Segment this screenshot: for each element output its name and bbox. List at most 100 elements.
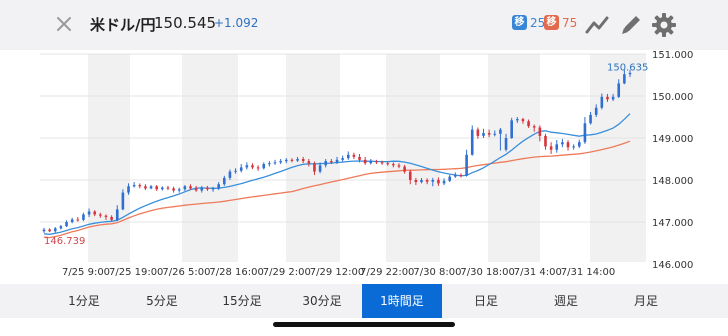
x-tick-label: 7/31 4:00 (514, 267, 562, 278)
candle-body (93, 211, 97, 215)
candle-body (611, 96, 615, 100)
x-tick-label: 7/25 9:00 (62, 267, 110, 278)
candle-body (375, 161, 378, 163)
candle-body (577, 142, 581, 147)
header-bar: 米ドル/円 150.545 +1.092 移 25 移 75 (0, 0, 728, 50)
candle-body (313, 163, 316, 172)
candle-body (594, 107, 598, 115)
candle-body (532, 126, 536, 128)
tab-8[interactable]: 月足 (611, 284, 681, 318)
candle-body (262, 164, 266, 169)
candle-body (408, 171, 412, 180)
candle-body (144, 186, 147, 189)
tab-7[interactable]: 週足 (531, 284, 601, 318)
candle-body (600, 96, 604, 108)
candle-body (138, 185, 142, 187)
price-change: +1.092 (214, 16, 259, 30)
pencil-icon[interactable] (618, 12, 644, 38)
candle-body (110, 216, 113, 220)
y-tick-label: 150.000 (652, 92, 693, 103)
tab-4[interactable]: 30分足 (287, 284, 357, 318)
candle-body (59, 226, 63, 229)
candle-body (324, 161, 328, 166)
candle-body (606, 96, 609, 100)
y-tick-label: 148.000 (652, 176, 693, 187)
candle-body (189, 186, 192, 189)
candle-body (555, 144, 559, 150)
candle-body (425, 180, 429, 182)
candle-body (476, 129, 480, 136)
candle-body (318, 165, 322, 172)
candle-body (206, 187, 209, 190)
candle-body (307, 161, 311, 164)
candle-body (279, 161, 282, 163)
candle-body (228, 171, 232, 178)
gear-icon[interactable] (651, 12, 677, 38)
candle-body (268, 163, 271, 165)
candle-body (177, 189, 181, 191)
tab-1[interactable]: 1分足 (49, 284, 119, 318)
candle-body (183, 186, 187, 190)
tab-3[interactable]: 15分足 (207, 284, 277, 318)
candle-body (341, 158, 344, 160)
timeframe-tabs: 1分足 5分足 15分足 30分足 1時間足 日足 週足 月足 (0, 284, 728, 318)
y-tick-label: 146.000 (652, 260, 693, 271)
candle-body (538, 127, 542, 136)
day-band (88, 54, 130, 262)
close-icon[interactable] (52, 12, 76, 36)
candle-body (442, 180, 446, 184)
candle-body (155, 186, 158, 190)
candle-body (127, 186, 130, 193)
candle-body (42, 229, 46, 232)
candle-body (420, 180, 423, 183)
candle-body (549, 146, 553, 150)
price-chart[interactable]: 151.000 150.000 149.000 148.000 147.000 146.0… (0, 50, 728, 284)
candle-body (284, 159, 288, 162)
x-tick-label: 7/30 18:00 (460, 267, 514, 278)
tab-2[interactable]: 5分足 (127, 284, 197, 318)
candle-body (397, 165, 401, 167)
candle-body (76, 219, 80, 221)
candle-body (172, 188, 175, 191)
x-tick-label: 7/29 22:00 (360, 267, 414, 278)
day-band (286, 54, 340, 262)
candle-body (448, 176, 451, 181)
candle-body (516, 119, 519, 121)
candle-body (194, 188, 198, 191)
candle-body (53, 228, 57, 232)
candle-body (363, 159, 367, 164)
candle-body (386, 163, 390, 165)
tab-6[interactable]: 日足 (451, 284, 521, 318)
currency-pair: 米ドル/円 (90, 16, 156, 34)
candle-body (273, 162, 277, 164)
candle-body (589, 114, 592, 124)
candle-body (65, 222, 68, 227)
candle-body (161, 187, 164, 190)
candle-body (566, 142, 570, 148)
candle-body (234, 170, 237, 172)
y-tick-label: 149.000 (652, 134, 693, 145)
candle-body (499, 129, 502, 134)
candle-body (431, 180, 435, 182)
x-tick-label: 7/31 14:00 (561, 267, 615, 278)
candle-body (380, 162, 384, 164)
candle-body (290, 159, 294, 161)
sell-position-badge[interactable]: 移 (544, 15, 559, 30)
candle-body (346, 154, 350, 159)
low-price-label: 146.739 (44, 236, 85, 247)
candle-body (623, 74, 626, 84)
candle-body (104, 215, 108, 217)
candle-body (48, 229, 51, 232)
buy-position-badge[interactable]: 移 (512, 15, 527, 30)
tab-5[interactable]: 1時間足 (362, 284, 442, 318)
x-tick-label: 7/25 19:00 (109, 267, 163, 278)
y-tick-label: 147.000 (652, 218, 693, 229)
candle-body (99, 214, 102, 216)
candle-body (335, 159, 339, 163)
day-band (182, 54, 238, 262)
trend-icon[interactable] (584, 12, 610, 38)
candle-body (70, 219, 74, 222)
candle-body (217, 184, 220, 189)
candle-body (330, 161, 333, 163)
candle-body (510, 120, 513, 138)
